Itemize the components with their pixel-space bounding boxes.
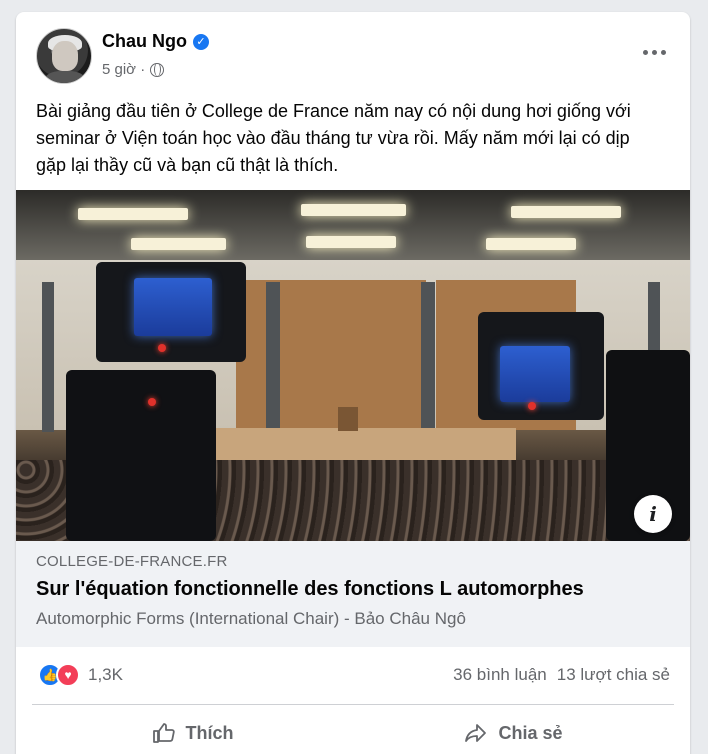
reactions-summary[interactable]: 👍 ♥ 1,3K [38, 663, 123, 687]
post-stats: 👍 ♥ 1,3K 36 bình luận 13 lượt chia sẻ [32, 647, 674, 705]
more-options-button[interactable] [636, 38, 672, 66]
image-ceiling-light [78, 208, 188, 220]
link-domain: COLLEGE-DE-FRANCE.FR [36, 553, 228, 570]
author-name[interactable]: Chau Ngo [102, 31, 187, 52]
dot-icon [651, 49, 657, 55]
image-pillar [266, 282, 280, 432]
post-time[interactable]: 5 giờ · [102, 61, 145, 78]
globe-icon[interactable] [150, 62, 165, 77]
link-info[interactable]: COLLEGE-DE-FRANCE.FR Sur l'équation fonc… [16, 541, 690, 647]
avatar-face [52, 41, 78, 71]
image-ceiling [16, 190, 690, 260]
post-meta: 5 giờ · [102, 61, 165, 78]
link-preview-image[interactable]: i [16, 190, 690, 541]
link-subtitle: Automorphic Forms (International Chair) … [36, 609, 466, 628]
verified-badge-icon: ✓ [193, 33, 209, 50]
image-ceiling-light [511, 206, 621, 218]
like-button-label: Thích [185, 722, 234, 743]
image-camera-screen [134, 278, 212, 336]
image-camera-screen [500, 346, 570, 402]
thumbs-up-icon [152, 723, 175, 743]
share-button-label: Chia sẻ [498, 722, 563, 743]
image-camera-tripod [66, 370, 216, 541]
dot-icon [660, 49, 666, 55]
image-ceiling-light [131, 238, 226, 250]
love-reaction-icon: ♥ [56, 663, 80, 687]
post-actions: Thích Chia sẻ [32, 705, 674, 754]
share-arrow-icon [465, 724, 487, 742]
share-count[interactable]: 13 lượt chia sẻ [557, 665, 670, 685]
image-tally-light [148, 398, 156, 406]
image-wood-panel [236, 280, 426, 430]
link-title[interactable]: Sur l'équation fonctionnelle des fonctio… [36, 578, 670, 601]
image-podium [338, 407, 358, 431]
post-text: Bài giảng đầu tiên ở College de France n… [36, 101, 631, 175]
image-ceiling-light [301, 204, 406, 216]
info-icon[interactable]: i [634, 495, 672, 533]
image-ceiling-light [306, 236, 396, 248]
post-header: Chau Ngo ✓ 5 giờ · [16, 12, 690, 98]
like-button[interactable]: Thích [32, 705, 353, 754]
comment-count[interactable]: 36 bình luận [453, 665, 547, 685]
dot-icon [642, 49, 648, 55]
image-tally-light [528, 402, 536, 410]
share-button[interactable]: Chia sẻ [353, 705, 674, 754]
author-row: Chau Ngo ✓ [102, 31, 209, 52]
avatar-shirt [45, 71, 85, 83]
image-tally-light [158, 344, 166, 352]
avatar[interactable] [36, 28, 92, 84]
post-card: Chau Ngo ✓ 5 giờ · Bài giảng đầu tiên ở … [16, 12, 690, 754]
reaction-count[interactable]: 1,3K [88, 665, 123, 685]
image-ceiling-light [486, 238, 576, 250]
image-pillar [42, 282, 54, 432]
stats-right: 36 bình luận 13 lượt chia sẻ [453, 665, 670, 685]
image-pillar [421, 282, 435, 432]
